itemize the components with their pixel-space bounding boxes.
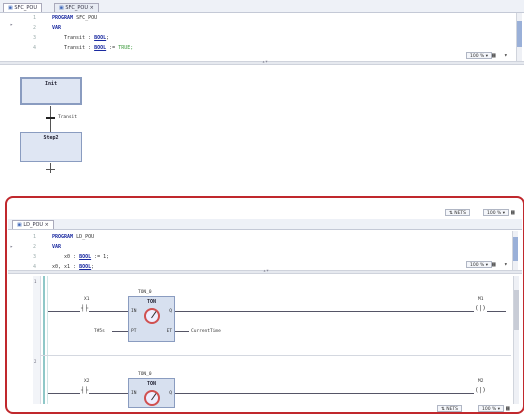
sfc-step[interactable]: Step2: [20, 132, 82, 162]
tab-label: SFC_POU: [65, 5, 88, 11]
close-icon[interactable]: ×: [90, 5, 94, 11]
operator: :: [85, 45, 95, 51]
literal: TRUE;: [118, 45, 134, 51]
transition-label: Transit: [58, 115, 77, 120]
code-line: VAR: [52, 25, 61, 31]
zoom-control[interactable]: 100 % ▾: [466, 52, 492, 59]
tab-sfc-pou-1[interactable]: ▣ SFC_POU: [3, 3, 42, 12]
sfc-transition-bar[interactable]: [46, 117, 55, 119]
line-number: 3: [32, 35, 36, 41]
type: BOOL: [94, 45, 107, 51]
type: BOOL: [94, 35, 107, 41]
grip-icon: ▴▾: [262, 59, 269, 65]
pou-icon: ▣: [59, 5, 64, 11]
code-line: Transit : BOOL;: [64, 35, 109, 41]
identifier: SFC_POU: [73, 15, 98, 21]
keyword: PROGRAM: [52, 15, 74, 21]
zoom-value: 100 %: [470, 54, 485, 59]
operator: :: [85, 35, 95, 41]
line-number: 4: [32, 45, 36, 51]
code-line: Transit : BOOL := TRUE;: [64, 45, 133, 51]
splitter[interactable]: ▴▾: [0, 59, 524, 65]
sfc-init-step[interactable]: Init: [20, 77, 82, 105]
highlight-frame: [5, 196, 524, 414]
sfc-connection-line: [50, 163, 51, 173]
scrollbar-thumb[interactable]: [517, 21, 522, 47]
line-number: 1: [32, 15, 36, 21]
line-number: 2: [32, 25, 36, 31]
tab-label: SFC_POU: [14, 5, 37, 11]
variable: Transit: [64, 45, 86, 51]
declaration-scrollbar[interactable]: [516, 13, 522, 63]
punctuation: ;: [106, 35, 110, 41]
sfc-jump-bar: [46, 169, 55, 170]
top-editor: ▣ SFC_POU ▣ SFC_POU × ▸ 1 PROGRAM SFC_PO…: [0, 0, 524, 196]
operator: :=: [106, 45, 119, 51]
zoom-fit-icon[interactable]: ▦: [492, 52, 496, 59]
chevron-down-icon: ▾: [485, 54, 488, 59]
chevron-down-icon[interactable]: ▾: [504, 52, 508, 59]
variable: Transit: [64, 35, 86, 41]
step-name: Step2: [43, 135, 59, 141]
pou-icon: ▣: [8, 5, 13, 11]
step-name: Init: [44, 81, 58, 87]
sfc-connection-line: [50, 106, 51, 132]
code-line: PROGRAM SFC_POU: [52, 15, 97, 21]
tab-sfc-pou-2[interactable]: ▣ SFC_POU ×: [54, 3, 99, 12]
fold-icon[interactable]: ▸: [10, 22, 13, 28]
keyword: VAR: [52, 25, 62, 31]
